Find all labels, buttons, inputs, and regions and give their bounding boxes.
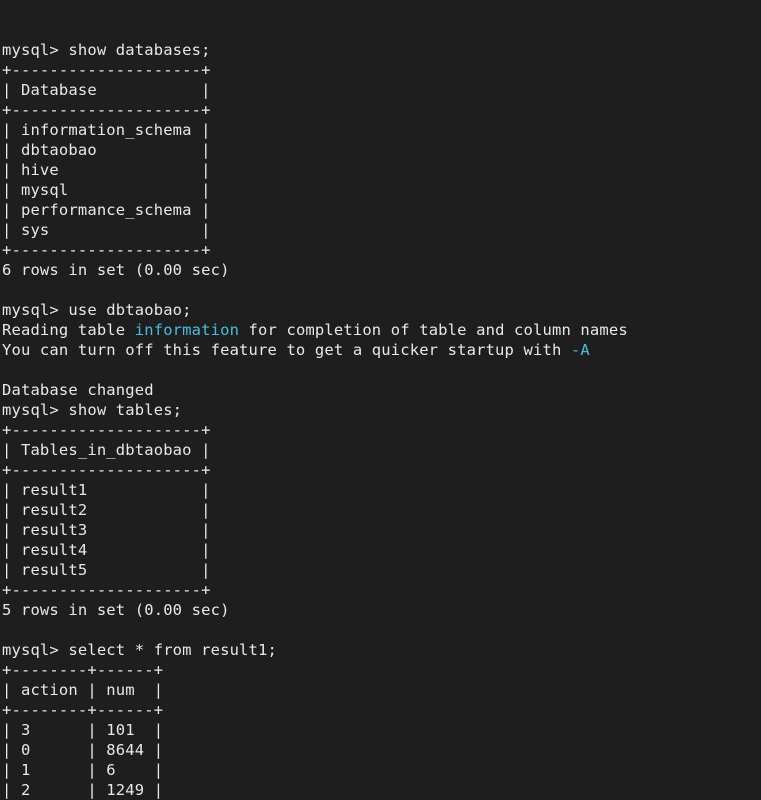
table-border-header: +--------------------+ xyxy=(0,460,761,480)
row-hive: | hive | xyxy=(0,160,761,180)
terminal-text: | hive | xyxy=(2,161,211,179)
table-border-bottom: +--------------------+ xyxy=(0,240,761,260)
terminal-text: | dbtaobao | xyxy=(2,141,211,159)
table-header-tables-in-dbtaobao: | Tables_in_dbtaobao | xyxy=(0,440,761,460)
table-border-top: +--------+------+ xyxy=(0,660,761,680)
row-information-schema: | information_schema | xyxy=(0,120,761,140)
message-turn-off-feature: You can turn off this feature to get a q… xyxy=(0,340,761,360)
terminal-text: | mysql | xyxy=(2,181,211,199)
terminal-text: mysql> show databases; xyxy=(2,41,211,59)
terminal-text: 5 rows in set (0.00 sec) xyxy=(2,601,230,619)
terminal-text: for completion of table and column names xyxy=(239,321,628,339)
status-6-rows: 6 rows in set (0.00 sec) xyxy=(0,260,761,280)
table-border-header: +--------------------+ xyxy=(0,100,761,120)
command-select-from-result1: mysql> select * from result1; xyxy=(0,640,761,660)
table-border-top: +--------------------+ xyxy=(0,60,761,80)
row-result5: | result5 | xyxy=(0,560,761,580)
terminal-text: | result4 | xyxy=(2,541,211,559)
table-header-action-num: | action | num | xyxy=(0,680,761,700)
highlighted-text: -A xyxy=(570,341,590,359)
table-border-bottom: +--------------------+ xyxy=(0,580,761,600)
command-show-databases: mysql> show databases; xyxy=(0,40,761,60)
message-reading-table: Reading table information for completion… xyxy=(0,320,761,340)
terminal-screen[interactable]: mysql> show databases; +-----------------… xyxy=(0,0,761,800)
terminal-text: +--------------------+ xyxy=(2,241,211,259)
terminal-text: mysql> show tables; xyxy=(2,401,183,419)
terminal-text: +--------------------+ xyxy=(2,581,211,599)
terminal-text: +--------------------+ xyxy=(2,461,211,479)
status-5-rows: 5 rows in set (0.00 sec) xyxy=(0,600,761,620)
terminal-text: | sys | xyxy=(2,221,211,239)
row-result4: | result4 | xyxy=(0,540,761,560)
command-show-tables: mysql> show tables; xyxy=(0,400,761,420)
terminal-text: | result3 | xyxy=(2,521,211,539)
terminal-text: | information_schema | xyxy=(2,121,211,139)
row-action-3: | 3 | 101 | xyxy=(0,720,761,740)
row-result2: | result2 | xyxy=(0,500,761,520)
row-dbtaobao: | dbtaobao | xyxy=(0,140,761,160)
terminal-text: 6 rows in set (0.00 sec) xyxy=(2,261,230,279)
terminal-text: | action | num | xyxy=(2,681,164,699)
table-border-header: +--------+------+ xyxy=(0,700,761,720)
highlighted-text: information xyxy=(134,321,240,339)
table-border-top: +--------------------+ xyxy=(0,420,761,440)
terminal-text: | 0 | 8644 | xyxy=(2,741,164,759)
terminal-text: mysql> use dbtaobao; xyxy=(2,301,192,319)
terminal-text: Reading table xyxy=(2,321,135,339)
terminal-text: +--------+------+ xyxy=(2,701,164,719)
terminal-text: | result2 | xyxy=(2,501,211,519)
row-performance-schema: | performance_schema | xyxy=(0,200,761,220)
terminal-text: +--------------------+ xyxy=(2,61,211,79)
terminal-text: You can turn off this feature to get a q… xyxy=(2,341,571,359)
terminal-text: | result1 | xyxy=(2,481,211,499)
row-action-1: | 1 | 6 | xyxy=(0,760,761,780)
terminal-text: | Tables_in_dbtaobao | xyxy=(2,441,211,459)
row-action-2: | 2 | 1249 | xyxy=(0,780,761,800)
terminal-output: mysql> show databases; +-----------------… xyxy=(0,40,761,800)
row-mysql: | mysql | xyxy=(0,180,761,200)
terminal-text: | result5 | xyxy=(2,561,211,579)
terminal-text: | 3 | 101 | xyxy=(2,721,164,739)
terminal-text: | 2 | 1249 | xyxy=(2,781,164,799)
table-header-database: | Database | xyxy=(0,80,761,100)
terminal-text: +--------------------+ xyxy=(2,421,211,439)
row-sys: | sys | xyxy=(0,220,761,240)
terminal-text: | performance_schema | xyxy=(2,201,211,219)
terminal-text: mysql> select * from result1; xyxy=(2,641,277,659)
terminal-text: +--------------------+ xyxy=(2,101,211,119)
message-database-changed: Database changed xyxy=(0,380,761,400)
row-result3: | result3 | xyxy=(0,520,761,540)
row-action-0: | 0 | 8644 | xyxy=(0,740,761,760)
command-use-dbtaobao: mysql> use dbtaobao; xyxy=(0,300,761,320)
terminal-text: | Database | xyxy=(2,81,211,99)
terminal-text: Database changed xyxy=(2,381,154,399)
terminal-text: +--------+------+ xyxy=(2,661,164,679)
row-result1: | result1 | xyxy=(0,480,761,500)
terminal-text: | 1 | 6 | xyxy=(2,761,164,779)
